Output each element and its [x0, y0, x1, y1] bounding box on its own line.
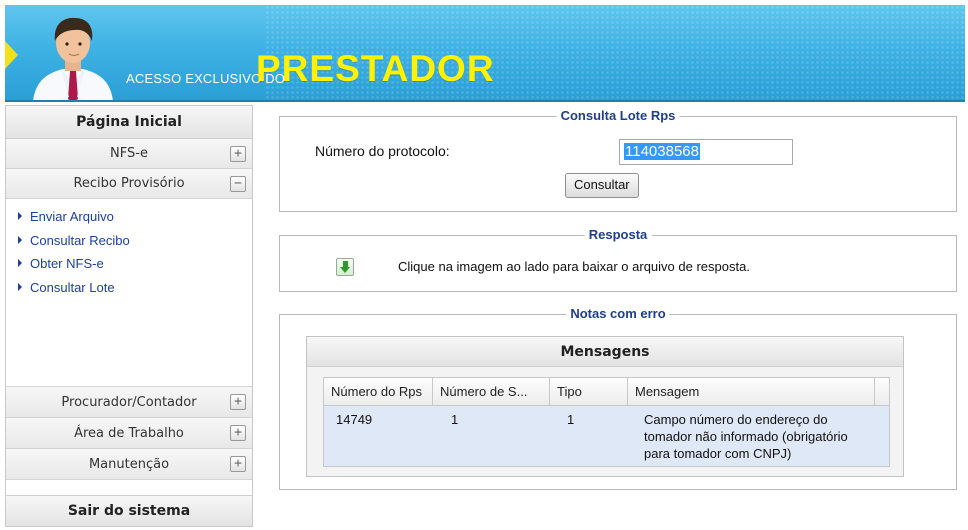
protocol-value: 114038568 [624, 143, 700, 160]
expand-icon[interactable]: + [230, 425, 246, 441]
mensagens-table: Número do Rps Número de S... Tipo Mensag… [323, 377, 890, 467]
sidebar-item-label: Procurador/Contador [61, 395, 197, 410]
table-row[interactable]: 14749 1 1 Campo número do endereço do to… [324, 406, 889, 466]
bullet-arrow-icon [18, 235, 22, 244]
sidebar-item-sair[interactable]: Sair do sistema [6, 495, 252, 526]
bullet-arrow-icon [18, 282, 22, 291]
col-tipo[interactable]: Tipo [550, 378, 628, 406]
header-banner: ACESSO EXCLUSIVO DO PRESTADOR [5, 5, 965, 102]
mensagens-grid: Mensagens Número do Rps Número de S... T… [306, 336, 904, 477]
sidebar-item-label: NFS-e [110, 146, 148, 161]
sidebar-item-label: Recibo Provisório [73, 176, 185, 191]
resposta-text: Clique na imagem ao lado para baixar o a… [398, 259, 750, 274]
sidebar-item-manutencao[interactable]: Manutenção + [6, 449, 252, 480]
expand-icon[interactable]: + [230, 456, 246, 472]
table-header: Número do Rps Número de S... Tipo Mensag… [324, 378, 889, 406]
link-obter-nfse[interactable]: Obter NFS-e [6, 252, 252, 276]
col-mensagem[interactable]: Mensagem [628, 378, 875, 406]
collapse-icon[interactable]: − [230, 176, 246, 192]
user-avatar-icon [33, 17, 113, 100]
cell-tipo: 1 [567, 412, 575, 427]
link-label: Consultar Lote [30, 279, 115, 295]
bullet-arrow-icon [18, 212, 22, 220]
mensagem-line: Campo número do endereço do [644, 412, 828, 427]
col-numero-serie[interactable]: Número de S... [433, 378, 550, 406]
grid-title: Mensagens [307, 337, 903, 367]
link-label: Enviar Arquivo [30, 209, 114, 224]
link-consultar-recibo[interactable]: Consultar Recibo [6, 229, 252, 253]
sidebar: Página Inicial NFS-e + Recibo Provisório… [5, 105, 253, 527]
bullet-arrow-icon [18, 259, 22, 267]
protocol-label: Número do protocolo: [315, 143, 450, 159]
sidebar-item-home[interactable]: Página Inicial [6, 106, 252, 139]
link-enviar-arquivo[interactable]: Enviar Arquivo [6, 205, 252, 229]
mensagem-line: para tomador com CNPJ) [644, 446, 792, 461]
sidebar-item-area-trabalho[interactable]: Área de Trabalho + [6, 418, 252, 449]
banner-arrow-icon [5, 41, 18, 69]
col-filler [875, 378, 889, 406]
link-consultar-lote[interactable]: Consultar Lote [6, 276, 252, 300]
sidebar-item-label: Manutenção [88, 457, 170, 472]
protocol-input[interactable]: 114038568 [619, 139, 793, 165]
resposta-legend: Resposta [584, 227, 652, 242]
sidebar-item-label: Área de Trabalho [74, 426, 184, 441]
cell-numero-rps: 14749 [336, 412, 373, 427]
col-numero-rps[interactable]: Número do Rps [324, 378, 433, 406]
download-icon[interactable] [336, 258, 354, 276]
sidebar-item-nfse[interactable]: NFS-e + [6, 139, 252, 169]
page: ACESSO EXCLUSIVO DO PRESTADOR Página Ini… [0, 0, 968, 530]
cell-mensagem: Campo número do endereço do tomador não … [628, 406, 878, 466]
sidebar-item-recibo[interactable]: Recibo Provisório − [6, 169, 252, 199]
cell-numero-serie: 1 [451, 412, 459, 427]
brand-title: PRESTADOR [256, 48, 495, 89]
sidebar-item-procurador[interactable]: Procurador/Contador + [6, 387, 252, 418]
expand-icon[interactable]: + [230, 146, 246, 162]
recibo-submenu: Enviar Arquivo Consultar Recibo Obter NF… [6, 199, 252, 387]
mensagem-line: tomador não informado (obrigatório [644, 429, 848, 444]
consulta-legend: Consulta Lote Rps [556, 108, 680, 123]
link-label: Consultar Recibo [30, 232, 130, 248]
consultar-button[interactable]: Consultar [565, 173, 639, 198]
link-label: Obter NFS-e [30, 256, 104, 271]
expand-icon[interactable]: + [230, 394, 246, 410]
notas-legend: Notas com erro [566, 306, 670, 321]
